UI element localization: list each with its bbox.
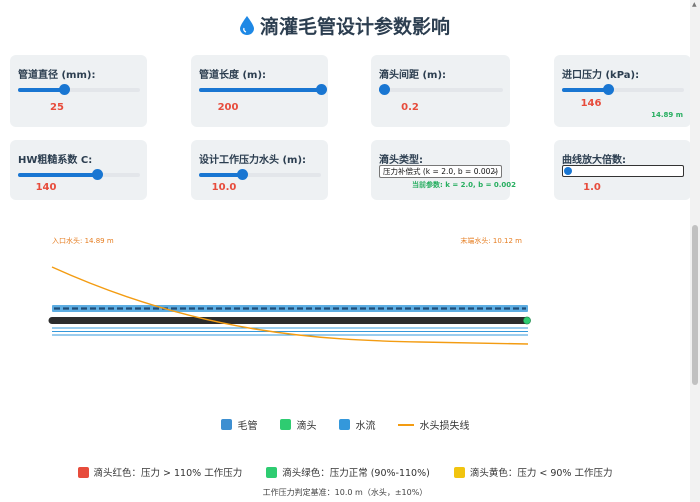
status-green-text: 滴头绿色：压力正常 (90%-110%): [282, 468, 430, 479]
visualization-legend: 毛管 滴头 水流 水头损失线: [0, 417, 690, 432]
emitter-type-select[interactable]: 压力补偿式 (k = 2.0, b = 0.002) ⌄: [379, 165, 502, 178]
legend-item-flow: 水流: [338, 417, 376, 432]
legend-flow-label: 水流: [355, 421, 376, 432]
inlet-pressure-slider[interactable]: [562, 84, 684, 95]
legend-item-head-loss: 水头损失线: [397, 417, 470, 432]
end-head-label: 末端水头: 10.12 m: [460, 236, 522, 245]
length-value: 200: [217, 102, 239, 113]
pipe-swatch: [220, 419, 232, 430]
emitter-swatch: [279, 419, 291, 430]
legend-emitter-label: 滴头: [296, 421, 317, 432]
spacing-value: 0.2: [401, 102, 419, 113]
magnify-slider-thumb[interactable]: [564, 167, 572, 175]
work-head-card: 设计工作压力水头 (m): 10.0: [191, 140, 328, 200]
emitter-params-note: 当前参数: k = 2.0, b = 0.002: [412, 181, 517, 189]
spacing-card: 滴头间距 (m): 0.2: [371, 55, 510, 127]
pressure-basis-text: 工作压力判定基准：10.0 m（水头，±10%）: [262, 488, 428, 497]
roughness-label: HW粗糙系数 C:: [18, 155, 93, 166]
magnify-card: 曲线放大倍数: 1.0: [554, 140, 691, 200]
work-head-slider-thumb[interactable]: [236, 169, 248, 180]
magnify-slider[interactable]: [562, 165, 684, 177]
inlet-pressure-card: 进口压力 (kPa): 146 14.89 m: [554, 55, 691, 127]
chevron-down-icon: ⌄: [492, 167, 498, 175]
roughness-slider[interactable]: [18, 169, 140, 180]
spacing-slider[interactable]: [378, 84, 503, 95]
length-slider-thumb[interactable]: [316, 84, 327, 95]
legend-item-emitter: 滴头: [279, 417, 317, 432]
pipe-end-marker: [523, 316, 531, 325]
status-yellow-text: 滴头黄色：压力 < 90% 工作压力: [469, 468, 613, 479]
status-item-green: 滴头绿色：压力正常 (90%-110%): [266, 465, 430, 479]
diameter-label: 管道直径 (mm):: [18, 70, 96, 81]
inlet-pressure-slider-thumb[interactable]: [603, 84, 615, 95]
page-title-text: 滴灌毛管设计参数影响: [259, 16, 450, 38]
inlet-pressure-value: 146: [580, 98, 602, 109]
legend-item-pipe: 毛管: [220, 417, 258, 432]
work-head-slider[interactable]: [199, 169, 321, 180]
magnify-label: 曲线放大倍数:: [562, 155, 626, 166]
red-swatch: [77, 466, 89, 478]
emitter-type-selected: 压力补偿式 (k = 2.0, b = 0.002): [383, 167, 499, 176]
page-title: 滴灌毛管设计参数影响: [0, 12, 690, 39]
roughness-slider-thumb[interactable]: [92, 169, 104, 180]
scroll-up-icon[interactable]: ▲: [692, 1, 697, 8]
emitter-status-legend: 滴头红色：压力 > 110% 工作压力 滴头绿色：压力正常 (90%-110%)…: [0, 465, 690, 479]
roughness-value: 140: [35, 182, 57, 193]
inlet-head-note: 14.89 m: [651, 111, 683, 119]
work-head-label: 设计工作压力水头 (m):: [199, 155, 307, 166]
emitter-type-label: 滴头类型:: [379, 155, 423, 166]
legend-head-loss-label: 水头损失线: [419, 421, 470, 432]
magnify-value: 1.0: [583, 182, 601, 193]
diameter-slider-thumb[interactable]: [59, 84, 71, 95]
roughness-card: HW粗糙系数 C: 140: [10, 140, 147, 200]
head-loss-swatch: [397, 423, 414, 426]
length-slider[interactable]: [199, 84, 327, 95]
work-head-value: 10.0: [211, 182, 237, 193]
diameter-slider[interactable]: [18, 84, 140, 95]
page-scrollbar[interactable]: ▲: [690, 0, 700, 502]
legend-pipe-label: 毛管: [237, 421, 258, 432]
yellow-swatch: [453, 466, 465, 478]
spacing-slider-thumb[interactable]: [378, 84, 390, 95]
water-drop-icon: [239, 16, 254, 35]
length-label: 管道长度 (m):: [199, 70, 267, 81]
inlet-pressure-label: 进口压力 (kPa):: [562, 70, 640, 81]
flow-swatch: [338, 419, 350, 430]
inlet-head-label: 入口水头: 14.89 m: [52, 236, 114, 245]
spacing-label: 滴头间距 (m):: [379, 70, 447, 81]
scrollbar-thumb[interactable]: [692, 225, 698, 385]
pipeline-visualization: 入口水头: 14.89 m 末端水头: 10.12 m: [48, 236, 531, 345]
status-item-red: 滴头红色：压力 > 110% 工作压力: [77, 465, 243, 479]
status-red-text: 滴头红色：压力 > 110% 工作压力: [93, 468, 243, 479]
length-card: 管道长度 (m): 200: [191, 55, 328, 127]
emitter-type-card: 滴头类型: 压力补偿式 (k = 2.0, b = 0.002) ⌄ 当前参数:…: [371, 140, 516, 200]
diameter-card: 管道直径 (mm): 25: [10, 55, 147, 127]
status-item-yellow: 滴头黄色：压力 < 90% 工作压力: [453, 465, 613, 479]
diameter-value: 25: [50, 102, 64, 113]
green-swatch: [266, 466, 278, 478]
